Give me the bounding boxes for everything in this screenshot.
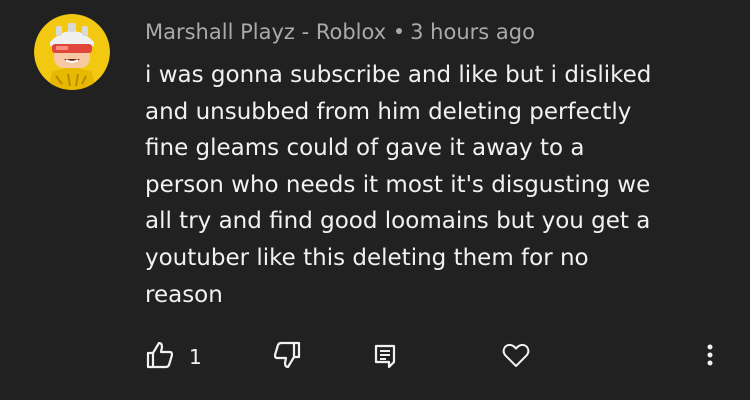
thumbs-down-icon	[272, 340, 302, 374]
reply-button[interactable]	[373, 340, 397, 374]
like-count: 1	[189, 345, 202, 369]
author-name[interactable]: Marshall Playz - Roblox	[145, 20, 386, 44]
reply-icon	[373, 340, 397, 374]
comment-text: i was gonna subscribe and like but i dis…	[145, 62, 652, 308]
comment-time: 3 hours ago	[410, 20, 535, 44]
comment-card: Marshall Playz - Roblox 3 hours ago i was…	[0, 0, 750, 400]
more-vert-icon	[704, 340, 716, 374]
heart-icon	[501, 340, 531, 374]
separator-dot	[396, 28, 403, 34]
more-options-button[interactable]	[704, 340, 716, 374]
avatar-image	[34, 14, 110, 90]
heart-button[interactable]	[501, 340, 531, 374]
dislike-button[interactable]	[272, 340, 302, 374]
comment-actions: 1	[0, 336, 750, 376]
thumbs-up-icon	[145, 340, 175, 374]
comment-meta: Marshall Playz - Roblox 3 hours ago	[145, 17, 535, 47]
like-button[interactable]: 1	[145, 340, 202, 374]
avatar[interactable]	[34, 14, 110, 90]
